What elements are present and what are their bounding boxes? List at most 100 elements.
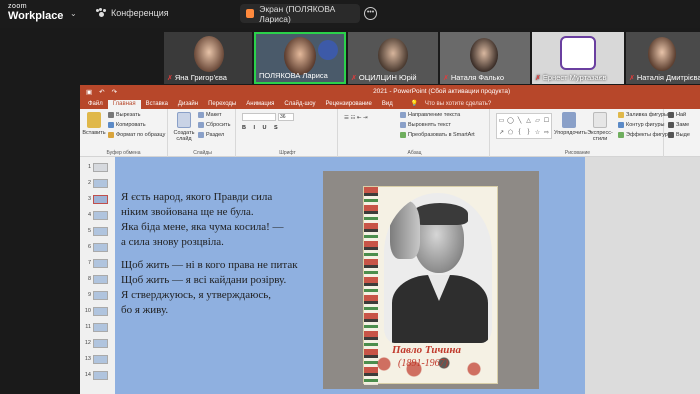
replace-button[interactable]: Заме [668, 122, 689, 128]
slide-thumbnail[interactable]: 9 [82, 289, 116, 301]
brush-icon [108, 132, 114, 138]
participant-name: ПОЛЯКОВА Лариса [259, 71, 328, 80]
shape-fill-button[interactable]: Заливка фигуры [618, 112, 668, 118]
portrait-frame[interactable]: Павло Тичина (1891-1967) [323, 171, 539, 389]
font-group-label: Шрифт [279, 150, 296, 156]
replace-icon [668, 122, 674, 128]
slide-canvas-area: Я єсть народ, якого Правди сила ніким зв… [115, 157, 700, 394]
poem-text[interactable]: Я єсть народ, якого Правди сила ніким зв… [121, 190, 298, 318]
save-icon[interactable]: ▣ [86, 88, 92, 96]
redo-icon[interactable]: ↷ [112, 88, 117, 96]
tab-file[interactable]: Файл [83, 100, 108, 109]
poem-line: Щоб жить — я всі кайдани розірву. [121, 274, 287, 286]
paste-button[interactable]: Вставить [82, 112, 106, 136]
slide-thumbnail[interactable]: 6 [82, 241, 116, 253]
section-icon [198, 132, 204, 138]
arrange-button[interactable]: Упорядочить [554, 112, 587, 136]
smartart-button[interactable]: Преобразовать в SmartArt [400, 132, 475, 138]
undo-icon[interactable]: ↶ [99, 88, 104, 96]
slides-group-label: Слайды [193, 150, 212, 156]
tab-animation[interactable]: Анимация [241, 100, 279, 109]
participant-tile[interactable]: ✗Наталія Дмитрієва Х [626, 32, 700, 84]
find-button[interactable]: Най [668, 112, 686, 118]
tab-slideshow[interactable]: Слайд-шоу [279, 100, 320, 109]
clipboard-group-label: Буфер обмена [106, 150, 141, 156]
cut-button[interactable]: Вырезать [108, 112, 140, 118]
shape-outline-button[interactable]: Контур фигуры [618, 122, 664, 128]
reset-button[interactable]: Сбросить [198, 122, 230, 128]
list-icons[interactable]: ☰ ☷ ⇤ ⇥ [344, 115, 368, 121]
tab-view[interactable]: Вид [377, 100, 398, 109]
text-direction-icon [400, 112, 406, 118]
select-button[interactable]: Выде [668, 132, 690, 138]
text-direction-button[interactable]: Направление текста [400, 112, 460, 118]
slide-thumbnail[interactable]: 5 [82, 225, 116, 237]
align-text-button[interactable]: Выровнять текст [400, 122, 451, 128]
tab-design[interactable]: Дизайн [173, 100, 203, 109]
arrange-icon [562, 112, 576, 128]
more-options-icon[interactable]: ••• [364, 7, 377, 20]
font-size-field[interactable]: 36 [278, 113, 294, 121]
chevron-down-icon[interactable]: ⌄ [70, 9, 77, 18]
powerpoint-window: ▣ ↶ ↷ 2021 - PowerPoint (Сбой активации … [80, 85, 700, 394]
zoom-brand-small: zoom [8, 3, 28, 10]
slide-thumbnail[interactable]: 1 [82, 161, 116, 173]
shapes-gallery[interactable]: ▭ ◯ ╲ △ ▱ ☐ ↗ ⬠{} ☆ ⇨ [496, 113, 552, 139]
copy-button[interactable]: Копировать [108, 122, 146, 128]
effects-icon [618, 132, 624, 138]
slide-thumbnail[interactable]: 7 [82, 257, 116, 269]
new-slide-icon [177, 112, 191, 128]
font-format-buttons[interactable]: B I U S [242, 125, 281, 131]
paste-icon [87, 112, 101, 128]
participant-tile-active[interactable]: ПОЛЯКОВА Лариса [254, 32, 346, 84]
drawing-group: ▭ ◯ ╲ △ ▱ ☐ ↗ ⬠{} ☆ ⇨ Упорядочить Экспресс-стили… [492, 109, 672, 157]
participant-tile[interactable]: ✗ ОЦИЛЦИН Юрій [348, 32, 438, 84]
paw-icon [96, 8, 106, 18]
participant-video [648, 37, 676, 71]
participant-tile[interactable]: ✗ Наталя Фалько [440, 32, 530, 84]
screen-share-indicator[interactable]: Экран (ПОЛЯКОВА Лариса) [240, 3, 360, 24]
shape-effects-button[interactable]: Эффекты фигуры [618, 132, 672, 138]
slide-thumbnail[interactable]: 14 [82, 369, 116, 381]
format-painter-button[interactable]: Формат по образцу [108, 132, 165, 138]
poem-line: ніким звойована ще не була. [121, 206, 254, 218]
slide-thumbnail[interactable]: 4 [82, 209, 116, 221]
tab-review[interactable]: Рецензирование [321, 100, 377, 109]
tab-transitions[interactable]: Переходы [203, 100, 241, 109]
participant-tile[interactable]: ✗ Ернест Муртазаєв [532, 32, 624, 84]
tab-home[interactable]: Главная [107, 100, 141, 109]
new-slide-button[interactable]: Создать слайд [172, 112, 196, 142]
mic-muted-icon: ✗ [629, 74, 635, 82]
zoom-brand-big: Workplace [8, 10, 64, 22]
slide-thumbnail[interactable]: 2 [82, 177, 116, 189]
participant-tile[interactable]: ✗ Яна Григор'єва [164, 32, 252, 84]
slide-thumbnail[interactable]: 8 [82, 273, 116, 285]
slide-thumbnail[interactable]: 11 [82, 321, 116, 333]
editing-group: Най Заме Выде [666, 109, 700, 157]
layout-button[interactable]: Макет [198, 112, 222, 118]
participant-name: ✗ Яна Григор'єва [167, 73, 227, 82]
slide-thumbnail[interactable]: 10 [82, 305, 116, 317]
share-label: Экран (ПОЛЯКОВА Лариса) [259, 3, 336, 24]
slide-thumbnail[interactable]: 12 [82, 337, 116, 349]
tab-insert[interactable]: Вставка [141, 100, 173, 109]
share-screen-icon [246, 9, 255, 18]
participant-avatar [560, 36, 596, 70]
paragraph-group-label: Абзац [407, 150, 422, 156]
current-slide[interactable]: Я єсть народ, якого Правди сила ніким зв… [115, 157, 585, 394]
conference-menu[interactable]: Конференция [96, 8, 169, 18]
poem-line: а сила знову розцвіла. [121, 236, 224, 248]
slide-thumbnail-selected[interactable]: 3 [82, 193, 116, 205]
slide-thumbnail[interactable]: 13 [82, 353, 116, 365]
tell-me-search[interactable]: 💡 Что вы хотите сделать? [406, 99, 501, 109]
participant-gallery: ✗ Яна Григор'єва ПОЛЯКОВА Лариса ✗ ОЦИЛЦИН… [0, 28, 700, 85]
font-group: 36 B I U S Шрифт [238, 109, 338, 157]
section-button[interactable]: Раздел [198, 132, 224, 138]
font-name-field[interactable] [242, 113, 276, 121]
find-icon [668, 112, 674, 118]
align-text-icon [400, 122, 406, 128]
quick-styles-button[interactable]: Экспресс-стили [586, 112, 614, 142]
participant-video [194, 36, 224, 72]
zoom-top-bar: zoom Workplace ⌄ Конференция Экран (ПОЛЯ… [0, 0, 700, 28]
ppt-document-title: 2021 - PowerPoint (Сбой активации продук… [373, 88, 511, 95]
